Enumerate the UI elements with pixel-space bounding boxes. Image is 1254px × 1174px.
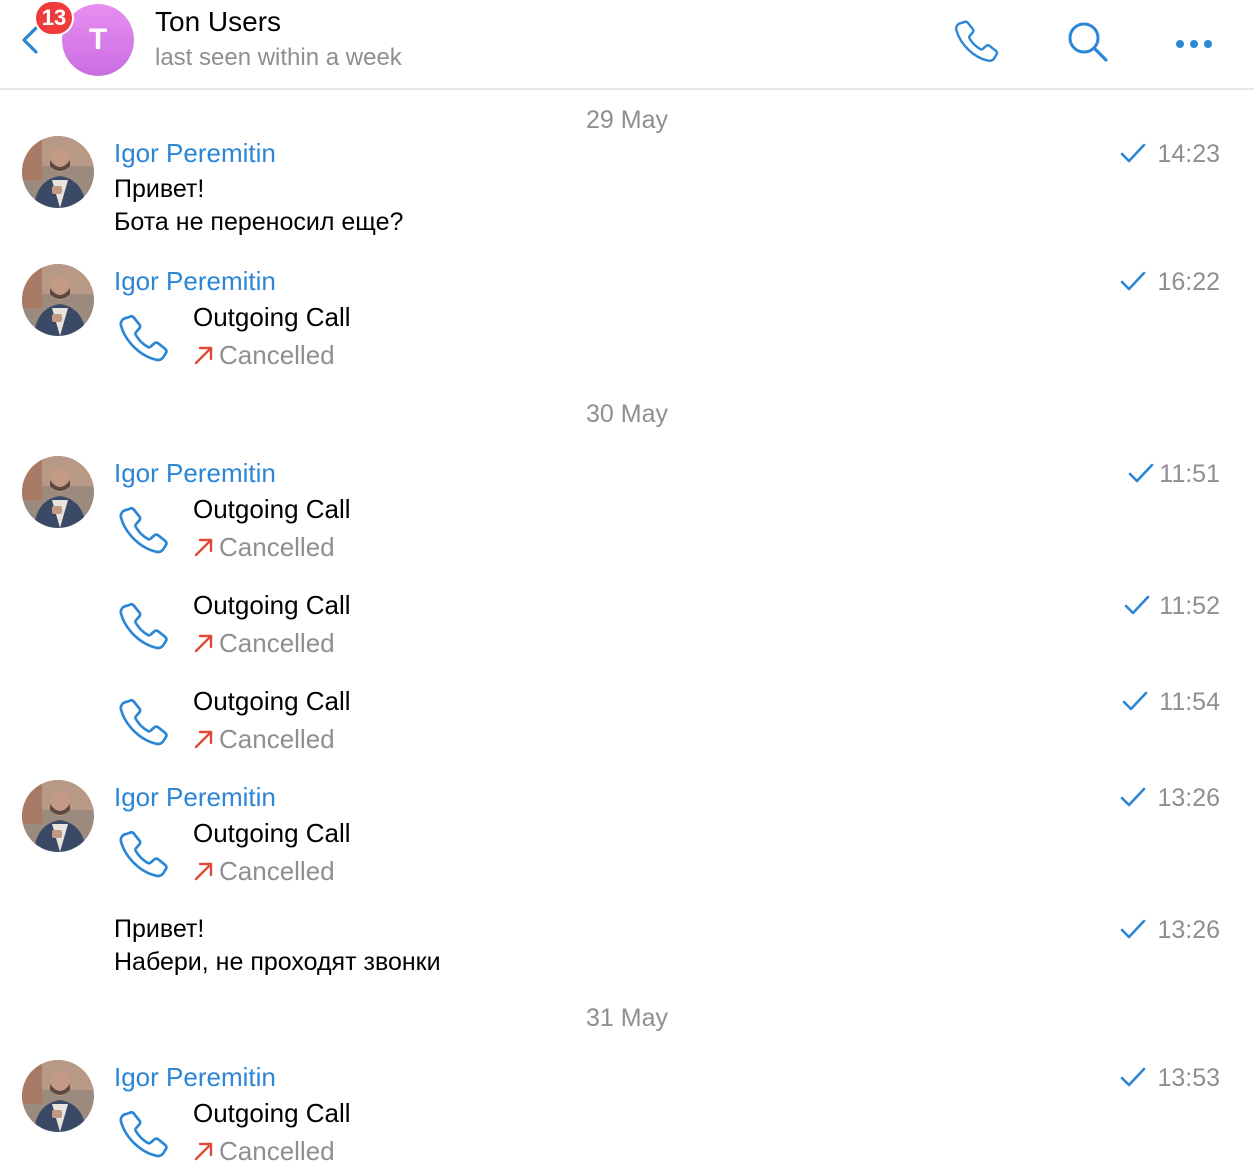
message-text[interactable]: Привет! Бота не переносил еще? xyxy=(114,173,403,239)
message-time: 11:51 xyxy=(1159,460,1220,488)
search-button[interactable] xyxy=(1060,14,1116,70)
sender-name[interactable]: Igor Peremitin xyxy=(114,782,276,813)
sender-name[interactable]: Igor Peremitin xyxy=(114,138,276,169)
date-separator: 31 May xyxy=(586,1004,668,1032)
message-time: 11:52 xyxy=(1159,592,1220,620)
message-time: 13:26 xyxy=(1157,916,1220,944)
call-title: Outgoing Call xyxy=(193,1098,351,1128)
call-phone-icon[interactable] xyxy=(114,598,172,656)
message-line: Привет! xyxy=(114,175,205,203)
more-button[interactable] xyxy=(1166,14,1222,70)
message-time: 16:22 xyxy=(1157,268,1220,296)
call-phone-icon[interactable] xyxy=(114,310,172,368)
message-time: 11:54 xyxy=(1159,688,1220,716)
message-line: Привет! xyxy=(114,915,205,943)
outgoing-arrow-icon xyxy=(193,1140,215,1162)
chat-header: T 13 Ton Users last seen within a week xyxy=(0,0,1254,90)
avatar-letter: T xyxy=(88,23,108,56)
call-title: Outgoing Call xyxy=(193,590,351,620)
sender-avatar[interactable] xyxy=(22,136,94,208)
chat-status: last seen within a week xyxy=(155,44,402,71)
read-check-icon xyxy=(1120,142,1146,164)
call-title: Outgoing Call xyxy=(193,818,351,848)
message-text[interactable]: Привет! Набери, не проходят звонки xyxy=(114,913,441,979)
sender-name[interactable]: Igor Peremitin xyxy=(114,458,276,489)
call-title: Outgoing Call xyxy=(193,494,351,524)
call-phone-icon[interactable] xyxy=(114,694,172,752)
outgoing-arrow-icon xyxy=(193,728,215,750)
search-icon xyxy=(1068,22,1108,62)
call-title: Outgoing Call xyxy=(193,686,351,716)
call-phone-icon[interactable] xyxy=(114,1106,172,1164)
outgoing-arrow-icon xyxy=(193,344,215,366)
sender-avatar[interactable] xyxy=(22,264,94,336)
read-check-icon xyxy=(1120,270,1146,292)
sender-name[interactable]: Igor Peremitin xyxy=(114,266,276,297)
chat-title[interactable]: Ton Users xyxy=(155,6,281,38)
call-status: Cancelled xyxy=(193,856,335,887)
read-check-icon xyxy=(1120,1066,1146,1088)
call-status: Cancelled xyxy=(193,628,335,659)
date-separator: 29 May xyxy=(586,106,668,134)
call-phone-icon[interactable] xyxy=(114,502,172,560)
call-title: Outgoing Call xyxy=(193,302,351,332)
more-dots-icon xyxy=(1176,40,1212,48)
message-time: 13:26 xyxy=(1157,784,1220,812)
unread-badge: 13 xyxy=(34,0,74,36)
sender-avatar[interactable] xyxy=(22,1060,94,1132)
call-status: Cancelled xyxy=(193,532,335,563)
phone-icon xyxy=(950,16,1002,68)
sender-avatar[interactable] xyxy=(22,456,94,528)
message-line: Набери, не проходят звонки xyxy=(114,948,441,976)
outgoing-arrow-icon xyxy=(193,632,215,654)
read-check-icon xyxy=(1120,918,1146,940)
read-check-icon xyxy=(1122,690,1148,712)
message-line: Бота не переносил еще? xyxy=(114,208,404,236)
message-time: 14:23 xyxy=(1157,140,1220,168)
call-status: Cancelled xyxy=(193,1136,335,1167)
outgoing-arrow-icon xyxy=(193,860,215,882)
call-phone-icon[interactable] xyxy=(114,826,172,884)
call-status: Cancelled xyxy=(193,724,335,755)
read-check-icon xyxy=(1120,786,1146,808)
sender-name[interactable]: Igor Peremitin xyxy=(114,1062,276,1093)
read-check-icon xyxy=(1124,594,1150,616)
call-button[interactable] xyxy=(948,14,1004,70)
call-status: Cancelled xyxy=(193,340,335,371)
date-separator: 30 May xyxy=(586,400,668,428)
outgoing-arrow-icon xyxy=(193,536,215,558)
sender-avatar[interactable] xyxy=(22,780,94,852)
message-time: 13:53 xyxy=(1157,1064,1220,1092)
read-check-icon xyxy=(1128,462,1154,484)
